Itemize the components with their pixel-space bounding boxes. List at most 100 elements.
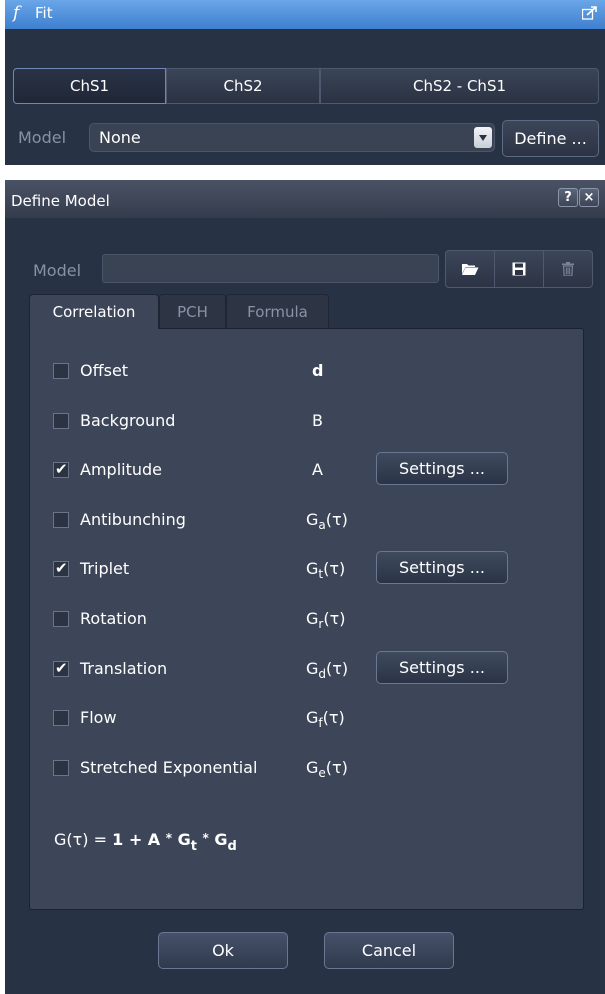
component-checkbox[interactable]: ✔ xyxy=(53,659,69,677)
component-checkbox[interactable] xyxy=(53,363,69,379)
checkmark-icon: ✔ xyxy=(55,460,68,478)
symbol-main: d xyxy=(312,361,324,380)
component-checkbox[interactable] xyxy=(53,413,69,429)
component-row: Rotation Gr(τ) xyxy=(53,609,573,633)
help-button[interactable]: ? xyxy=(558,188,578,207)
symbol-main: G xyxy=(306,609,319,628)
dialog-model-label: Model xyxy=(33,261,82,280)
component-symbol: A xyxy=(312,460,323,479)
settings-button[interactable]: Settings ... xyxy=(376,551,508,584)
component-checkbox[interactable]: ✔ xyxy=(53,460,69,478)
formula-sub-d: d xyxy=(227,839,237,854)
model-label: Model xyxy=(18,128,67,147)
component-symbol: Ga(τ) xyxy=(306,510,348,532)
save-model-button[interactable] xyxy=(494,250,544,288)
symbol-argument: (τ) xyxy=(325,758,348,777)
model-formula: G(τ) = 1 + A * Gt * Gd xyxy=(54,830,237,854)
trash-icon xyxy=(562,262,574,276)
component-checkbox[interactable] xyxy=(53,760,69,776)
component-label: Flow xyxy=(80,708,117,727)
component-symbol: B xyxy=(312,411,323,430)
symbol-main: A xyxy=(312,460,323,479)
function-f-icon: f xyxy=(13,3,20,23)
component-checkbox[interactable]: ✔ xyxy=(53,559,69,577)
component-label: Rotation xyxy=(80,609,147,628)
define-button[interactable]: Define ... xyxy=(502,120,599,157)
component-row: Background B xyxy=(53,411,573,435)
checkmark-icon: ✔ xyxy=(55,559,68,577)
symbol-argument: (τ) xyxy=(326,659,349,678)
component-symbol: Ge(τ) xyxy=(306,758,348,780)
component-symbol: Gr(τ) xyxy=(306,609,345,631)
component-label: Triplet xyxy=(80,559,130,578)
folder-open-icon xyxy=(462,264,479,275)
component-label: Translation xyxy=(80,659,168,678)
component-row: ✔ Translation Gd(τ) Settings ... xyxy=(53,651,573,684)
formula-rhs-start: 1 + A xyxy=(112,830,161,849)
fit-panel-title: Fit xyxy=(35,4,53,22)
component-label: Stretched Exponential xyxy=(80,758,258,777)
dialog-title: Define Model xyxy=(11,192,110,210)
undock-icon[interactable] xyxy=(582,6,597,20)
formula-operator-2: * xyxy=(202,831,209,845)
settings-button[interactable]: Settings ... xyxy=(376,651,508,684)
tab-pch[interactable]: PCH xyxy=(159,294,226,328)
formula-lhs: G(τ) = xyxy=(54,830,108,849)
channel-tab-chs2[interactable]: ChS2 xyxy=(166,68,320,104)
symbol-subscript: a xyxy=(318,518,326,532)
cancel-button[interactable]: Cancel xyxy=(324,932,454,969)
symbol-argument: (τ) xyxy=(323,559,346,578)
component-symbol: d xyxy=(312,361,323,380)
component-label: Antibunching xyxy=(80,510,186,529)
close-button[interactable]: × xyxy=(579,188,599,207)
tab-formula[interactable]: Formula xyxy=(226,294,329,328)
symbol-main: G xyxy=(306,659,319,678)
fit-panel-header: f Fit xyxy=(5,0,605,29)
formula-g-1: G xyxy=(177,830,191,849)
symbol-main: G xyxy=(306,559,319,578)
component-checkbox[interactable] xyxy=(53,710,69,726)
symbol-argument: (τ) xyxy=(325,510,348,529)
component-row: Antibunching Ga(τ) xyxy=(53,510,573,534)
save-icon xyxy=(512,262,526,276)
component-row: Flow Gf(τ) xyxy=(53,708,573,732)
dialog-titlebar: Define Model ? × xyxy=(5,180,605,218)
symbol-main: G xyxy=(306,510,319,529)
symbol-main: G xyxy=(306,708,319,727)
component-label: Amplitude xyxy=(80,460,162,479)
symbol-argument: (τ) xyxy=(322,708,345,727)
formula-g-2: G xyxy=(214,830,228,849)
component-checkbox[interactable] xyxy=(53,512,69,528)
chevron-down-icon[interactable] xyxy=(474,127,492,148)
model-select-value: None xyxy=(99,128,141,147)
model-select[interactable]: None xyxy=(89,123,495,152)
component-row: Offset d xyxy=(53,361,573,385)
symbol-main: B xyxy=(312,411,323,430)
component-checkbox[interactable] xyxy=(53,611,69,627)
settings-button[interactable]: Settings ... xyxy=(376,452,508,485)
symbol-argument: (τ) xyxy=(323,609,346,628)
ok-button[interactable]: Ok xyxy=(158,932,288,969)
component-row: Stretched Exponential Ge(τ) xyxy=(53,758,573,782)
component-row: ✔ Amplitude A Settings ... xyxy=(53,452,573,485)
formula-operator-1: * xyxy=(165,831,173,845)
define-model-dialog: Define Model ? × Model Correlation PCH F… xyxy=(5,180,605,994)
component-symbol: Gf(τ) xyxy=(306,708,345,730)
formula-sub-t: t xyxy=(190,839,197,854)
component-symbol: Gd(τ) xyxy=(306,659,348,681)
open-model-button[interactable] xyxy=(445,250,495,288)
channel-tab-chs2-minus-chs1[interactable]: ChS2 - ChS1 xyxy=(320,68,599,104)
model-name-input[interactable] xyxy=(102,254,439,283)
symbol-subscript: e xyxy=(318,766,326,780)
symbol-main: G xyxy=(306,758,319,777)
tab-correlation[interactable]: Correlation xyxy=(29,294,159,329)
component-label: Offset xyxy=(80,361,129,380)
fit-panel: f Fit ChS1 ChS2 ChS2 - ChS1 Model None D… xyxy=(5,0,605,165)
component-symbol: Gt(τ) xyxy=(306,559,345,581)
channel-tab-chs1[interactable]: ChS1 xyxy=(13,68,166,104)
delete-model-button[interactable] xyxy=(543,250,593,288)
component-row: ✔ Triplet Gt(τ) Settings ... xyxy=(53,551,573,584)
checkmark-icon: ✔ xyxy=(55,659,68,677)
component-label: Background xyxy=(80,411,176,430)
symbol-subscript: d xyxy=(318,667,327,681)
